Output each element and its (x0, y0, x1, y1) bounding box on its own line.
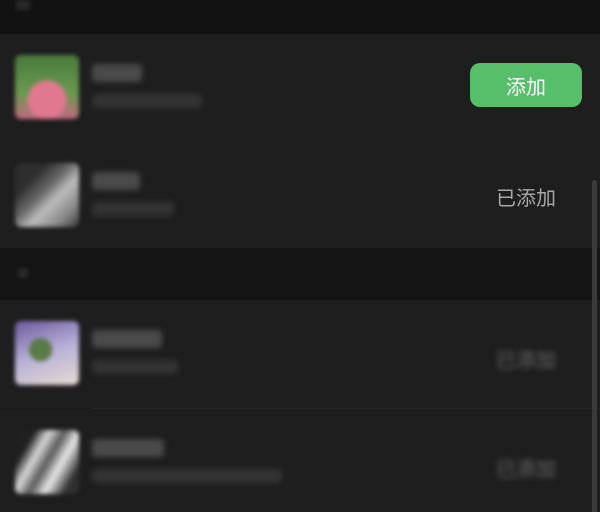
contact-desc-blurred (92, 360, 178, 374)
contact-desc-blurred (92, 202, 174, 216)
contact-name-blurred (92, 64, 142, 82)
added-status-label: 已添加 (496, 348, 556, 372)
added-status-label: 已添加 (496, 457, 556, 481)
contact-suggestion-screen: 添加 已添加 已添加 已添加 (0, 0, 600, 512)
avatar (15, 55, 79, 119)
section-index-letter (16, 0, 30, 10)
section-index-letter (18, 268, 28, 278)
list-item[interactable]: 已添加 (0, 300, 600, 408)
contact-name-blurred (92, 439, 164, 457)
add-contact-button[interactable]: 添加 (470, 63, 582, 107)
avatar (15, 163, 79, 227)
scrollbar[interactable] (592, 180, 597, 512)
list-item[interactable]: 已添加 (0, 409, 600, 512)
list-item[interactable]: 已添加 (0, 142, 600, 250)
avatar (15, 321, 79, 385)
top-section-header (0, 0, 600, 34)
added-status-label: 已添加 (496, 186, 556, 210)
contact-name-blurred (92, 172, 140, 190)
contact-desc-blurred (92, 94, 202, 108)
contact-name-blurred (92, 330, 162, 348)
list-item[interactable]: 添加 (0, 34, 600, 142)
avatar (15, 430, 79, 494)
contact-desc-blurred (92, 469, 282, 483)
section-header (0, 248, 600, 300)
